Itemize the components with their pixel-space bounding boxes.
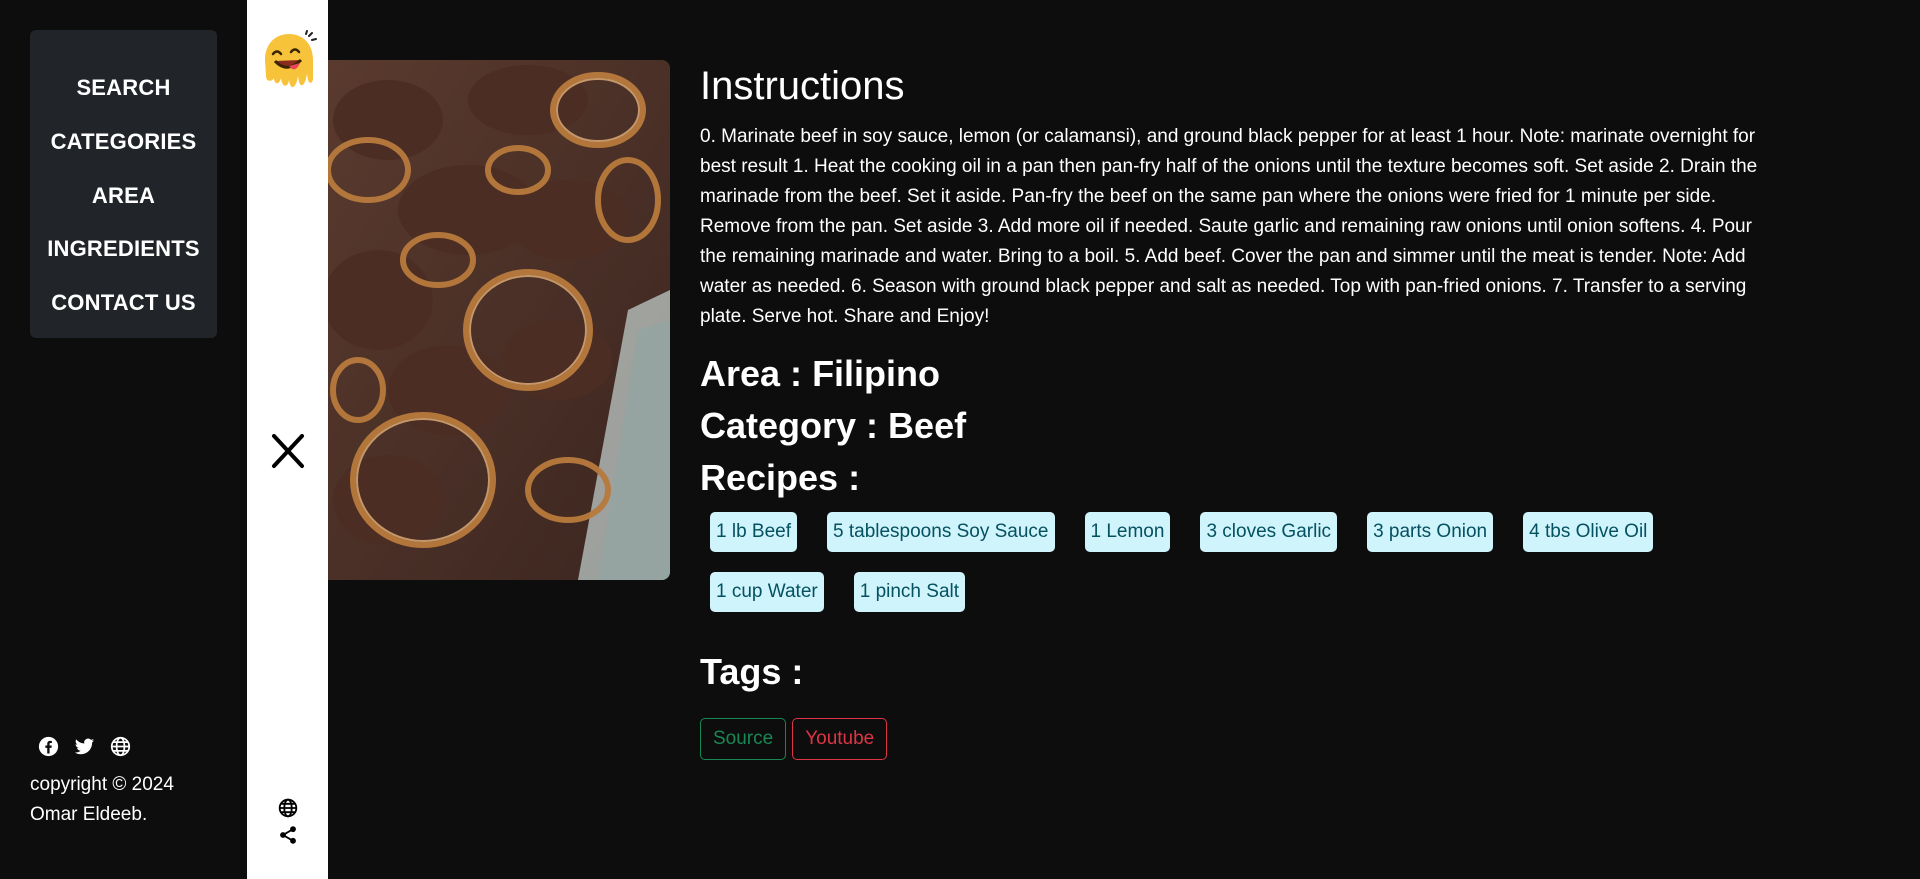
nav-item-contact-us[interactable]: CONTACT US <box>30 290 217 316</box>
category-label: Category : <box>700 405 879 446</box>
logo-icon <box>259 30 319 100</box>
nav-item-categories[interactable]: CATEGORIES <box>30 129 217 155</box>
recipe-list: 1 lb Beef 5 tablespoons Soy Sauce 1 Lemo… <box>700 512 1700 632</box>
recipes-title: Recipes : <box>700 457 861 498</box>
recipe-chip: 5 tablespoons Soy Sauce <box>827 512 1055 552</box>
globe-icon[interactable] <box>278 798 298 818</box>
recipe-chip: 4 tbs Olive Oil <box>1523 512 1654 552</box>
area-value: Filipino <box>812 353 941 394</box>
recipe-chip: 1 cup Water <box>710 572 824 612</box>
social-links <box>38 736 131 757</box>
copyright-line: copyright © 2024 <box>30 774 174 795</box>
source-button[interactable]: Source <box>700 718 787 760</box>
copyright-text: copyright © 2024 Omar Eldeeb. <box>30 770 230 830</box>
close-icon[interactable] <box>270 432 306 470</box>
sidebar-toggle-strip <box>247 0 328 879</box>
area-line: Area : Filipino <box>700 348 1770 400</box>
recipe-chip: 1 lb Beef <box>710 512 797 552</box>
meal-details: Instructions 0. Marinate beef in soy sau… <box>700 60 1770 760</box>
tag-buttons: Source Youtube <box>700 718 1770 760</box>
facebook-icon[interactable] <box>38 736 59 757</box>
twitter-icon[interactable] <box>74 736 95 757</box>
instructions-title: Instructions <box>700 64 905 108</box>
youtube-button[interactable]: Youtube <box>792 718 888 760</box>
category-line: Category : Beef <box>700 400 1770 452</box>
nav-item-area[interactable]: AREA <box>30 183 217 209</box>
category-value: Beef <box>888 405 967 446</box>
recipe-chip: 3 parts Onion <box>1367 512 1494 552</box>
globe-icon[interactable] <box>110 736 131 757</box>
meal-image <box>328 60 670 580</box>
nav-item-ingredients[interactable]: INGREDIENTS <box>30 236 217 262</box>
sidebar: SEARCH CATEGORIES AREA INGREDIENTS CONTA… <box>0 0 247 879</box>
area-label: Area : <box>700 353 803 394</box>
share-icon[interactable] <box>278 825 298 845</box>
instructions-text: 0. Marinate beef in soy sauce, lemon (or… <box>700 126 1758 327</box>
nav-item-search[interactable]: SEARCH <box>30 75 217 101</box>
author-line: Omar Eldeeb. <box>30 804 148 825</box>
tags-title: Tags : <box>700 651 804 692</box>
nav-menu: SEARCH CATEGORIES AREA INGREDIENTS CONTA… <box>30 30 217 338</box>
recipe-chip: 1 pinch Salt <box>853 572 966 612</box>
recipe-chip: 3 cloves Garlic <box>1200 512 1338 552</box>
recipe-chip: 1 Lemon <box>1084 512 1171 552</box>
